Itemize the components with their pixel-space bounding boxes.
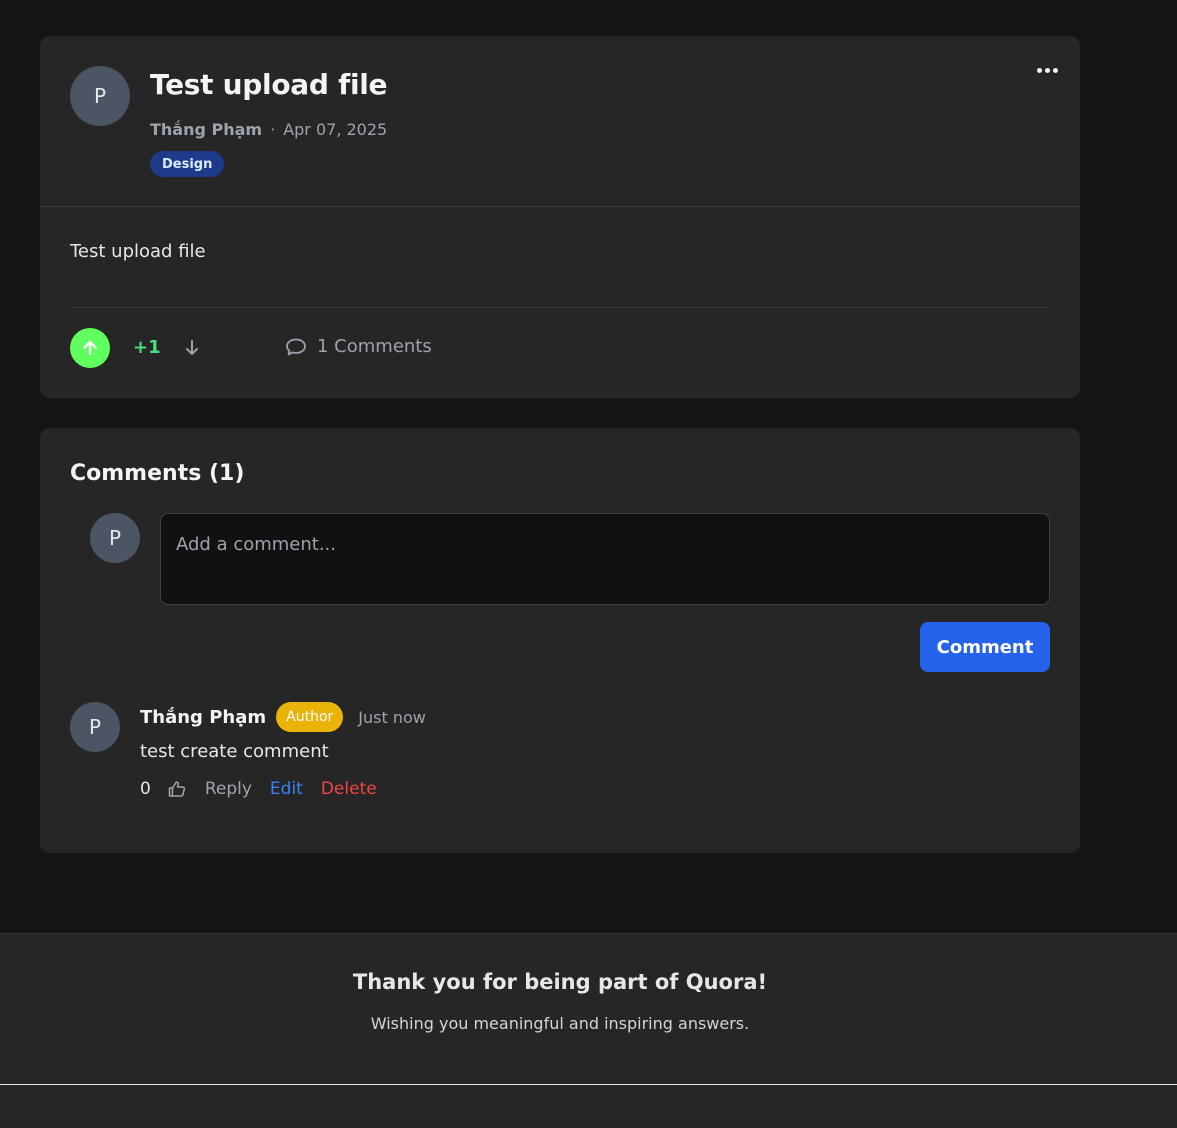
author-badge: Author bbox=[276, 702, 344, 732]
composer-avatar: P bbox=[90, 513, 140, 563]
more-horizontal-icon-dot bbox=[1052, 67, 1058, 73]
more-horizontal-icon bbox=[1036, 67, 1042, 73]
header-divider bbox=[40, 206, 1080, 207]
post-tag-badge[interactable]: Design bbox=[150, 151, 225, 177]
post-author-name[interactable]: Thắng Phạm bbox=[150, 120, 262, 139]
upvote-button[interactable] bbox=[70, 328, 110, 368]
post-card: P Test upload file Thắng Phạm · Apr 07, 20… bbox=[40, 36, 1080, 398]
body-divider bbox=[70, 307, 1050, 308]
comment-actions: 0 Reply Edit Delete bbox=[140, 779, 377, 799]
comment-like-count: 0 bbox=[140, 779, 151, 799]
footer-subtitle: Wishing you meaningful and inspiring ans… bbox=[370, 1014, 750, 1033]
more-options-button[interactable] bbox=[1034, 60, 1060, 80]
comments-card: Comments (1) P Comment P Thắng Phạm Auth… bbox=[40, 428, 1080, 853]
more-horizontal-icon-dot bbox=[1044, 67, 1050, 73]
post-body: Test upload file bbox=[70, 241, 206, 262]
post-date: Apr 07, 2025 bbox=[283, 120, 388, 139]
post-title: Test upload file bbox=[150, 68, 388, 101]
comment-input[interactable] bbox=[160, 513, 1050, 605]
arrow-down-icon bbox=[186, 340, 198, 355]
comments-heading: Comments (1) bbox=[70, 461, 245, 486]
comments-link[interactable]: 1 Comments bbox=[285, 336, 432, 357]
footer-divider bbox=[0, 1084, 1177, 1085]
post-author-avatar[interactable]: P bbox=[70, 66, 130, 126]
chat-bubble-icon bbox=[286, 338, 306, 355]
vote-count: +1 bbox=[133, 337, 161, 358]
like-button[interactable] bbox=[167, 779, 187, 799]
post-meta: Thắng Phạm · Apr 07, 2025 bbox=[150, 120, 387, 139]
comment-timestamp: Just now bbox=[358, 707, 426, 727]
footer: Thank you for being part of Quora! Wishi… bbox=[0, 933, 1177, 1128]
comment-submit-button[interactable]: Comment bbox=[920, 622, 1050, 672]
comment-author-avatar[interactable]: P bbox=[70, 702, 120, 752]
comment-header: Thắng Phạm Author Just now bbox=[140, 702, 426, 732]
thumbs-up-icon bbox=[168, 781, 185, 797]
footer-title: Thank you for being part of Quora! bbox=[352, 970, 768, 994]
meta-separator: · bbox=[270, 120, 276, 139]
comment-author-name[interactable]: Thắng Phạm bbox=[140, 707, 266, 728]
arrow-up-icon bbox=[83, 340, 97, 356]
comments-link-label: 1 Comments bbox=[317, 336, 432, 357]
comment-text: test create comment bbox=[140, 741, 329, 762]
delete-link[interactable]: Delete bbox=[321, 779, 377, 799]
reply-link[interactable]: Reply bbox=[205, 779, 252, 799]
edit-link[interactable]: Edit bbox=[270, 779, 303, 799]
downvote-button[interactable] bbox=[180, 336, 204, 360]
